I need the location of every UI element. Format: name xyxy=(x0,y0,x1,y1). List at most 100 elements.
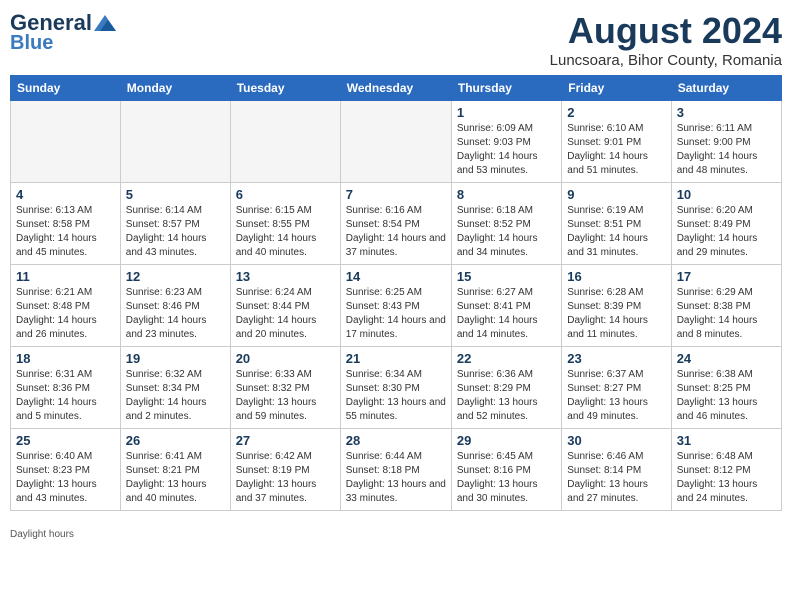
day-number: 21 xyxy=(346,351,446,366)
day-cell: 17Sunrise: 6:29 AMSunset: 8:38 PMDayligh… xyxy=(671,265,781,347)
day-info: Sunrise: 6:46 AMSunset: 8:14 PMDaylight:… xyxy=(567,450,665,506)
week-row-5: 25Sunrise: 6:40 AMSunset: 8:23 PMDayligh… xyxy=(11,429,782,511)
header: General Blue August 2024 Luncsoara, Biho… xyxy=(10,10,782,69)
month-title: August 2024 xyxy=(550,10,782,52)
day-number: 25 xyxy=(16,433,115,448)
day-info: Sunrise: 6:25 AMSunset: 8:43 PMDaylight:… xyxy=(346,286,446,342)
day-info: Sunrise: 6:24 AMSunset: 8:44 PMDaylight:… xyxy=(236,286,335,342)
col-header-monday: Monday xyxy=(120,76,230,101)
day-number: 10 xyxy=(677,187,776,202)
day-info: Sunrise: 6:31 AMSunset: 8:36 PMDaylight:… xyxy=(16,368,115,424)
day-number: 20 xyxy=(236,351,335,366)
day-info: Sunrise: 6:42 AMSunset: 8:19 PMDaylight:… xyxy=(236,450,335,506)
day-number: 23 xyxy=(567,351,665,366)
day-info: Sunrise: 6:38 AMSunset: 8:25 PMDaylight:… xyxy=(677,368,776,424)
day-number: 14 xyxy=(346,269,446,284)
day-cell: 30 Sunrise: 6:46 AMSunset: 8:14 PMDayligh… xyxy=(562,429,671,511)
daylight-note: Daylight hours xyxy=(10,525,782,540)
day-info: Sunrise: 6:21 AMSunset: 8:48 PMDaylight:… xyxy=(16,286,115,342)
day-cell: 1Sunrise: 6:09 AMSunset: 9:03 PMDaylight… xyxy=(451,101,561,183)
day-number: 24 xyxy=(677,351,776,366)
day-number: 3 xyxy=(677,105,776,120)
day-number: 6 xyxy=(236,187,335,202)
day-cell: 13Sunrise: 6:24 AMSunset: 8:44 PMDayligh… xyxy=(230,265,340,347)
title-area: August 2024 Luncsoara, Bihor County, Rom… xyxy=(550,10,782,69)
subtitle: Luncsoara, Bihor County, Romania xyxy=(550,52,782,69)
day-info: Sunrise: 6:41 AMSunset: 8:21 PMDaylight:… xyxy=(126,450,225,506)
day-cell: 21 Sunrise: 6:34 AMSunset: 8:30 PMDayligh… xyxy=(340,347,451,429)
day-cell: 23 Sunrise: 6:37 AMSunset: 8:27 PMDayligh… xyxy=(562,347,671,429)
day-number: 7 xyxy=(346,187,446,202)
day-info: Sunrise: 6:34 AMSunset: 8:30 PMDaylight:… xyxy=(346,368,446,424)
day-number: 16 xyxy=(567,269,665,284)
day-cell xyxy=(230,101,340,183)
day-number: 26 xyxy=(126,433,225,448)
day-cell: 24 Sunrise: 6:38 AMSunset: 8:25 PMDayligh… xyxy=(671,347,781,429)
day-cell: 25Sunrise: 6:40 AMSunset: 8:23 PMDayligh… xyxy=(11,429,121,511)
day-cell: 15 Sunrise: 6:27 AMSunset: 8:41 PMDayligh… xyxy=(451,265,561,347)
day-number: 4 xyxy=(16,187,115,202)
day-number: 30 xyxy=(567,433,665,448)
week-row-2: 4 Sunrise: 6:13 AMSunset: 8:58 PMDaylight… xyxy=(11,183,782,265)
col-header-thursday: Thursday xyxy=(451,76,561,101)
day-number: 2 xyxy=(567,105,665,120)
day-info: Sunrise: 6:36 AMSunset: 8:29 PMDaylight:… xyxy=(457,368,556,424)
calendar-header-row: SundayMondayTuesdayWednesdayThursdayFrid… xyxy=(11,76,782,101)
day-info: Sunrise: 6:37 AMSunset: 8:27 PMDaylight:… xyxy=(567,368,665,424)
day-cell: 5Sunrise: 6:14 AMSunset: 8:57 PMDaylight… xyxy=(120,183,230,265)
col-header-wednesday: Wednesday xyxy=(340,76,451,101)
day-cell: 9 Sunrise: 6:19 AMSunset: 8:51 PMDaylight… xyxy=(562,183,671,265)
day-number: 9 xyxy=(567,187,665,202)
day-info: Sunrise: 6:16 AMSunset: 8:54 PMDaylight:… xyxy=(346,204,446,260)
day-cell: 29Sunrise: 6:45 AMSunset: 8:16 PMDayligh… xyxy=(451,429,561,511)
day-cell: 12 Sunrise: 6:23 AMSunset: 8:46 PMDayligh… xyxy=(120,265,230,347)
day-cell: 14 Sunrise: 6:25 AMSunset: 8:43 PMDayligh… xyxy=(340,265,451,347)
day-cell: 8Sunrise: 6:18 AMSunset: 8:52 PMDaylight… xyxy=(451,183,561,265)
col-header-tuesday: Tuesday xyxy=(230,76,340,101)
day-cell: 2 Sunrise: 6:10 AMSunset: 9:01 PMDaylight… xyxy=(562,101,671,183)
day-info: Sunrise: 6:27 AMSunset: 8:41 PMDaylight:… xyxy=(457,286,556,342)
day-info: Sunrise: 6:10 AMSunset: 9:01 PMDaylight:… xyxy=(567,122,665,178)
day-cell xyxy=(120,101,230,183)
day-info: Sunrise: 6:45 AMSunset: 8:16 PMDaylight:… xyxy=(457,450,556,506)
day-number: 1 xyxy=(457,105,556,120)
day-info: Sunrise: 6:44 AMSunset: 8:18 PMDaylight:… xyxy=(346,450,446,506)
day-cell: 18Sunrise: 6:31 AMSunset: 8:36 PMDayligh… xyxy=(11,347,121,429)
day-number: 15 xyxy=(457,269,556,284)
day-number: 27 xyxy=(236,433,335,448)
day-cell: 19Sunrise: 6:32 AMSunset: 8:34 PMDayligh… xyxy=(120,347,230,429)
day-info: Sunrise: 6:32 AMSunset: 8:34 PMDaylight:… xyxy=(126,368,225,424)
logo: General Blue xyxy=(10,10,118,55)
day-info: Sunrise: 6:19 AMSunset: 8:51 PMDaylight:… xyxy=(567,204,665,260)
day-cell: 11 Sunrise: 6:21 AMSunset: 8:48 PMDayligh… xyxy=(11,265,121,347)
day-number: 12 xyxy=(126,269,225,284)
day-info: Sunrise: 6:18 AMSunset: 8:52 PMDaylight:… xyxy=(457,204,556,260)
day-cell xyxy=(340,101,451,183)
week-row-3: 11 Sunrise: 6:21 AMSunset: 8:48 PMDayligh… xyxy=(11,265,782,347)
day-cell: 28Sunrise: 6:44 AMSunset: 8:18 PMDayligh… xyxy=(340,429,451,511)
day-info: Sunrise: 6:28 AMSunset: 8:39 PMDaylight:… xyxy=(567,286,665,342)
col-header-friday: Friday xyxy=(562,76,671,101)
day-number: 11 xyxy=(16,269,115,284)
logo-icon xyxy=(94,15,116,31)
col-header-saturday: Saturday xyxy=(671,76,781,101)
day-info: Sunrise: 6:11 AMSunset: 9:00 PMDaylight:… xyxy=(677,122,776,178)
day-cell: 22 Sunrise: 6:36 AMSunset: 8:29 PMDayligh… xyxy=(451,347,561,429)
day-number: 22 xyxy=(457,351,556,366)
day-cell: 6 Sunrise: 6:15 AMSunset: 8:55 PMDaylight… xyxy=(230,183,340,265)
week-row-4: 18Sunrise: 6:31 AMSunset: 8:36 PMDayligh… xyxy=(11,347,782,429)
day-cell: 10 Sunrise: 6:20 AMSunset: 8:49 PMDayligh… xyxy=(671,183,781,265)
col-header-sunday: Sunday xyxy=(11,76,121,101)
day-info: Sunrise: 6:15 AMSunset: 8:55 PMDaylight:… xyxy=(236,204,335,260)
day-info: Sunrise: 6:23 AMSunset: 8:46 PMDaylight:… xyxy=(126,286,225,342)
day-number: 31 xyxy=(677,433,776,448)
logo-blue: Blue xyxy=(10,32,53,55)
day-cell: 7 Sunrise: 6:16 AMSunset: 8:54 PMDaylight… xyxy=(340,183,451,265)
day-cell: 16 Sunrise: 6:28 AMSunset: 8:39 PMDayligh… xyxy=(562,265,671,347)
day-info: Sunrise: 6:33 AMSunset: 8:32 PMDaylight:… xyxy=(236,368,335,424)
day-cell: 4 Sunrise: 6:13 AMSunset: 8:58 PMDaylight… xyxy=(11,183,121,265)
day-info: Sunrise: 6:20 AMSunset: 8:49 PMDaylight:… xyxy=(677,204,776,260)
day-cell: 26 Sunrise: 6:41 AMSunset: 8:21 PMDayligh… xyxy=(120,429,230,511)
day-info: Sunrise: 6:13 AMSunset: 8:58 PMDaylight:… xyxy=(16,204,115,260)
day-number: 17 xyxy=(677,269,776,284)
